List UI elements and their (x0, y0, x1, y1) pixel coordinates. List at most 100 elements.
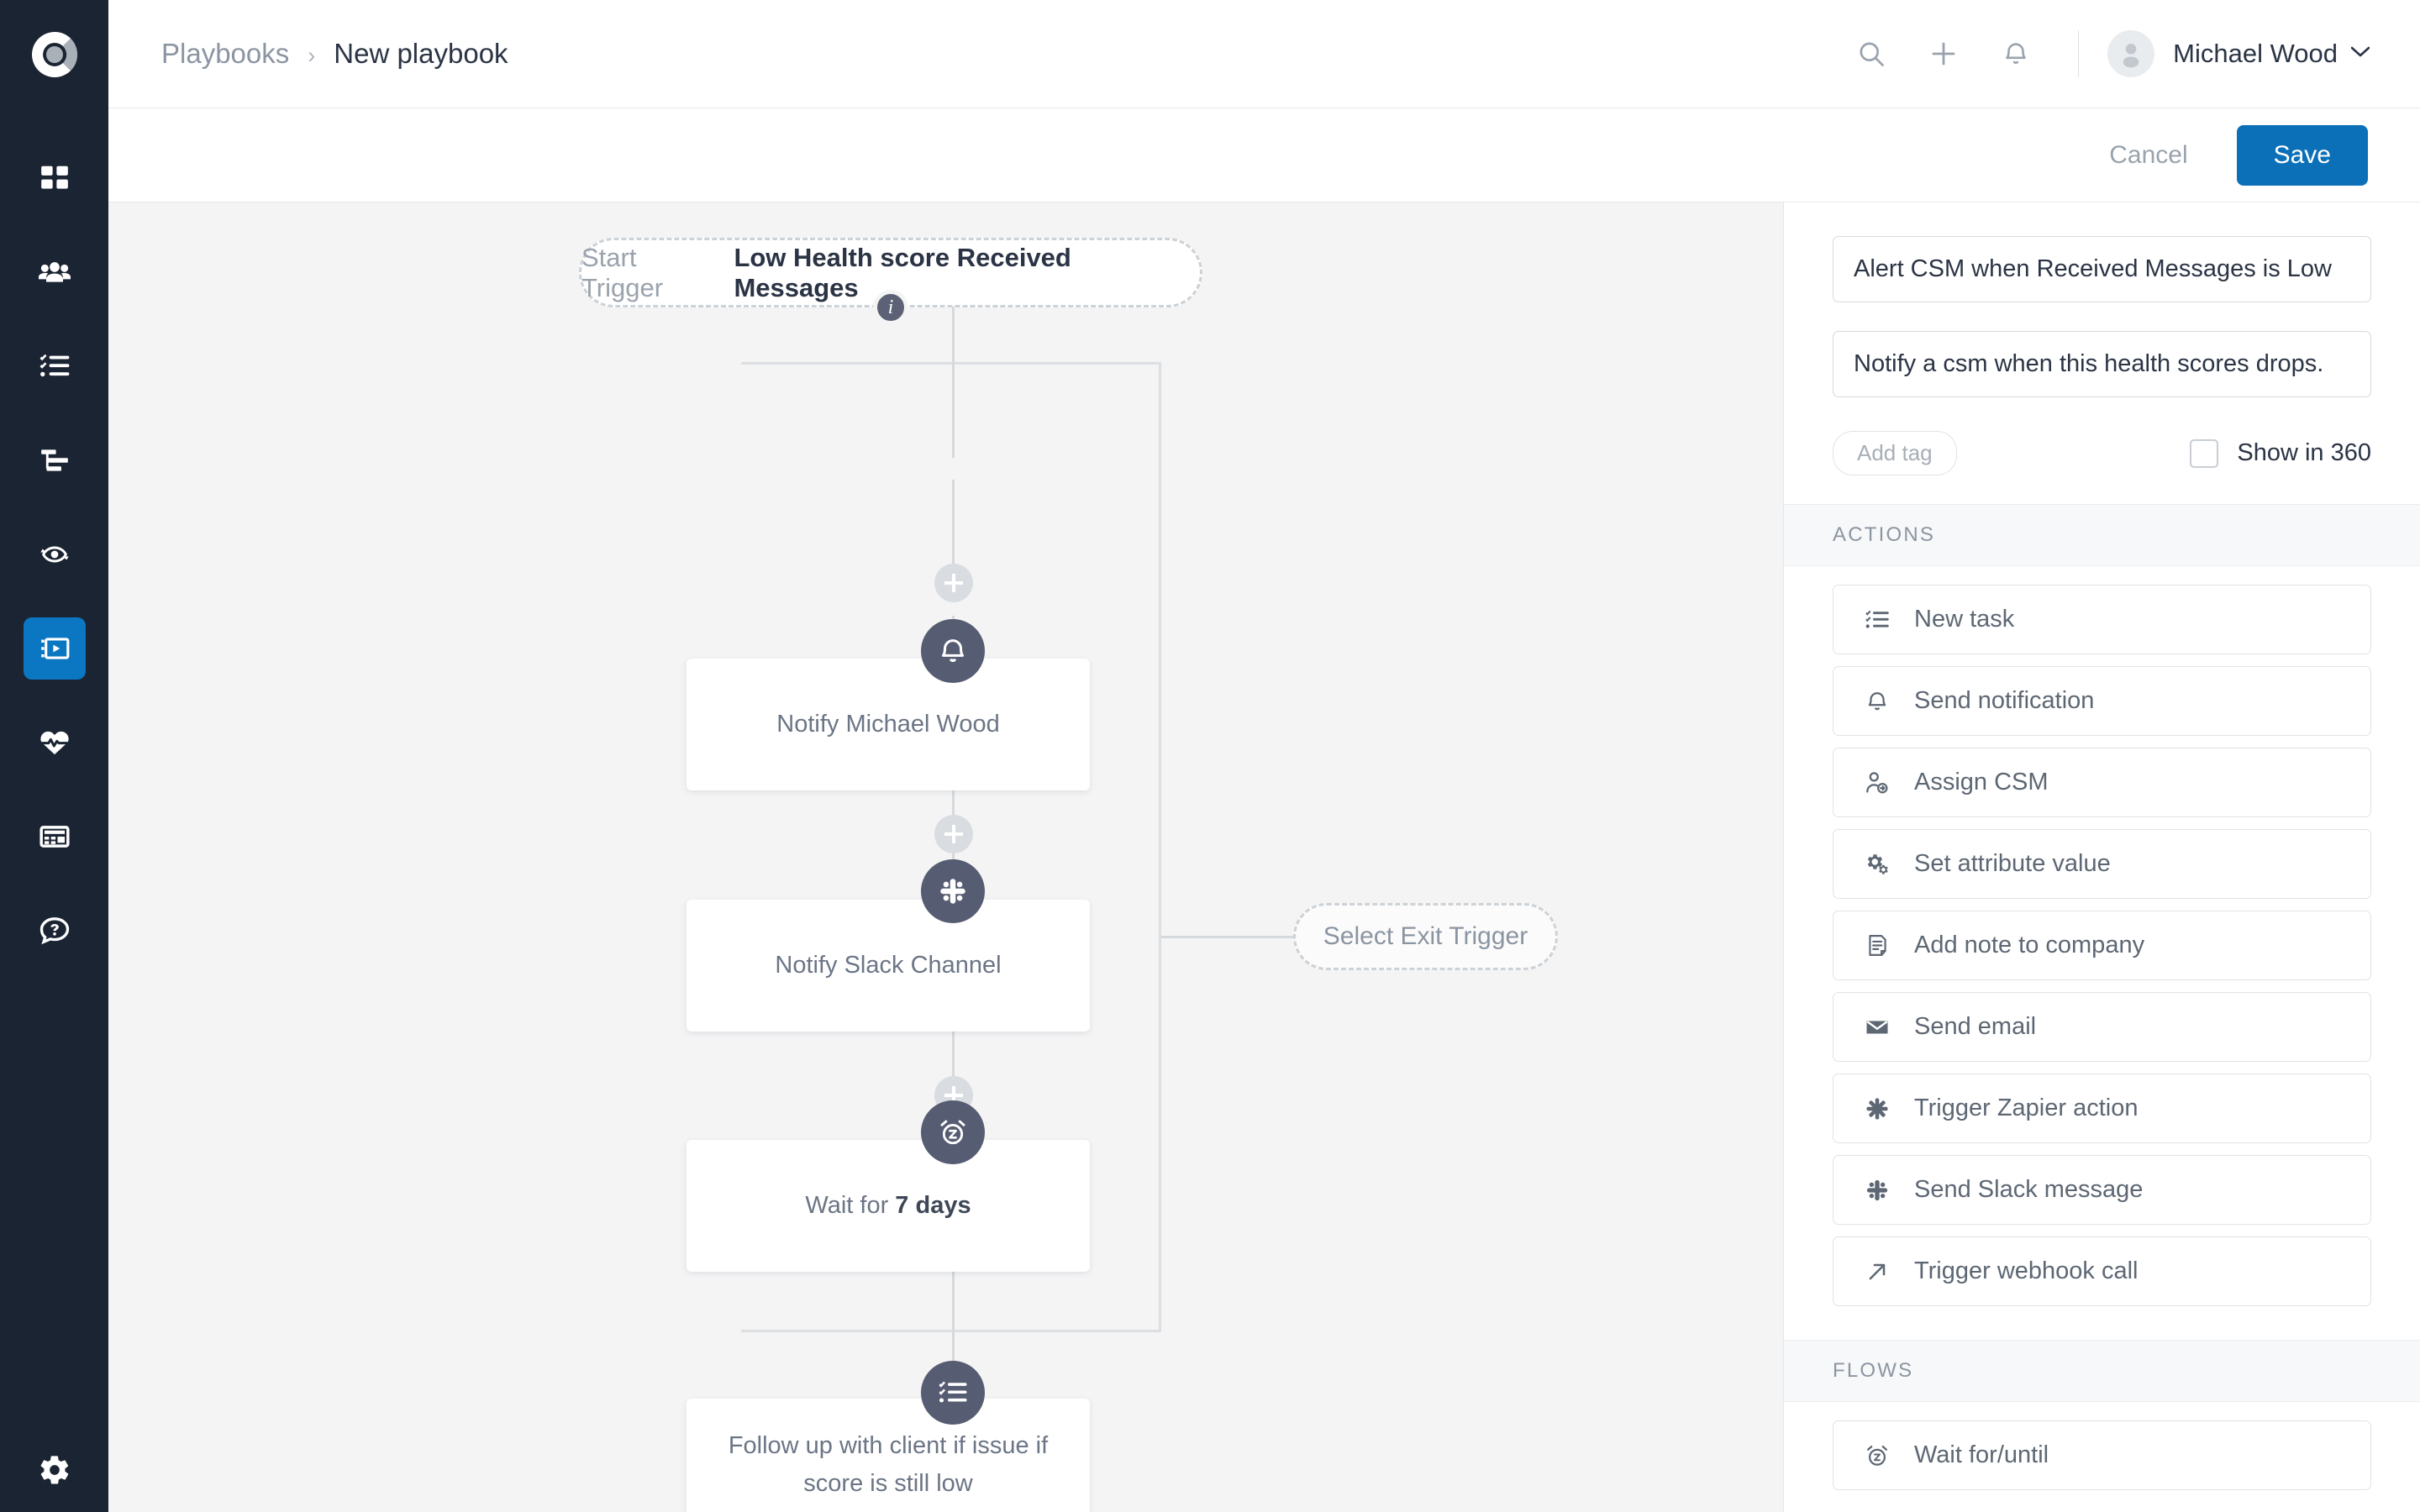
breadcrumb-playbooks[interactable]: Playbooks (161, 38, 289, 70)
action-label: Send email (1914, 1013, 2036, 1041)
action-label: Send notification (1914, 687, 2094, 715)
alarm-snooze-icon (921, 1100, 985, 1164)
flow-node-label: Wait for 7 days (783, 1187, 992, 1225)
flow-node-wait-duration: 7 days (895, 1192, 971, 1219)
question-bubble-icon (38, 914, 71, 948)
user-name[interactable]: Michael Wood (2173, 39, 2338, 69)
exit-trigger-connector (1161, 936, 1293, 938)
flows-list: Wait for/until (1784, 1402, 2420, 1490)
breadcrumb-separator: › (308, 43, 315, 69)
action-label: Send Slack message (1914, 1176, 2143, 1204)
action-trigger-zapier[interactable]: Trigger Zapier action (1833, 1074, 2371, 1143)
sidebar-item-settings[interactable] (0, 1453, 108, 1487)
bell-icon (1859, 689, 1896, 714)
flow-graph: Start Trigger Low Health score Received … (108, 202, 1783, 1512)
flow-node-label: Notify Slack Channel (753, 947, 1023, 984)
gears-icon (1859, 852, 1896, 877)
action-add-note-to-company[interactable]: Add note to company (1833, 911, 2371, 980)
page-title: New playbook (334, 38, 508, 70)
alarm-snooze-icon (1859, 1443, 1896, 1468)
exit-trigger-node[interactable]: Select Exit Trigger (1293, 903, 1558, 970)
action-send-notification[interactable]: Send notification (1833, 666, 2371, 736)
playbook-icon (39, 633, 71, 664)
flow-node-notify-user[interactable]: Notify Michael Wood (687, 659, 1090, 790)
flows-section-heading: FLOWS (1784, 1340, 2420, 1402)
actions-list: New task Send notification (1784, 566, 2420, 1306)
action-send-slack-message[interactable]: Send Slack message (1833, 1155, 2371, 1225)
eye-refresh-icon (38, 538, 71, 571)
sidebar-items (0, 147, 108, 994)
add-step-button[interactable] (934, 564, 973, 602)
exit-trigger-label: Select Exit Trigger (1323, 922, 1528, 951)
start-trigger-label: Start Trigger (581, 243, 723, 303)
people-icon (38, 255, 71, 289)
heartbeat-icon (38, 726, 71, 759)
playbook-title-input[interactable] (1833, 236, 2371, 302)
action-new-task[interactable]: New task (1833, 585, 2371, 654)
playbook-editor-page: Playbooks › New playbook (0, 0, 2420, 1512)
external-arrow-icon (1859, 1259, 1896, 1284)
zapier-asterisk-icon (1859, 1096, 1896, 1121)
action-send-email[interactable]: Send email (1833, 992, 2371, 1062)
flow-node-wait[interactable]: Wait for 7 days (687, 1140, 1090, 1272)
cancel-button[interactable]: Cancel (2109, 141, 2187, 170)
flow-node-label: Notify Michael Wood (755, 706, 1021, 743)
gear-icon (38, 1453, 71, 1487)
divider (2078, 30, 2079, 77)
flow-node-follow-up[interactable]: Follow up with client if issue if score … (687, 1399, 1090, 1512)
sidebar-item-reports[interactable] (24, 806, 86, 868)
flow-wait-for-until[interactable]: Wait for/until (1833, 1420, 2371, 1490)
playbook-description-input[interactable] (1833, 331, 2371, 397)
action-set-attribute-value[interactable]: Set attribute value (1833, 829, 2371, 899)
sidebar-item-segments[interactable] (24, 429, 86, 491)
playbook-meta: Add tag Show in 360 (1784, 202, 2420, 504)
action-label: Trigger webhook call (1914, 1257, 2139, 1285)
bell-icon[interactable] (1991, 29, 2041, 79)
action-label: Assign CSM (1914, 769, 2049, 796)
save-button[interactable]: Save (2237, 125, 2368, 186)
connector-line (952, 480, 955, 564)
show-in-360-toggle[interactable]: Show in 360 (2171, 439, 2371, 468)
person-arrow-icon (1859, 770, 1896, 795)
slack-icon (1859, 1179, 1896, 1202)
top-bar: Playbooks › New playbook (108, 0, 2420, 108)
bell-icon (921, 619, 985, 683)
breadcrumb: Playbooks › New playbook (161, 38, 508, 70)
flow-node-wait-prefix: Wait for (805, 1192, 895, 1219)
search-icon[interactable] (1846, 29, 1897, 79)
checklist-glyph (938, 1378, 968, 1408)
sidebar-item-playbooks[interactable] (24, 617, 86, 680)
action-trigger-webhook-call[interactable]: Trigger webhook call (1833, 1236, 2371, 1306)
action-label: New task (1914, 606, 2014, 633)
start-trigger-value: Low Health score Received Messages (734, 243, 1200, 303)
sidebar-item-help[interactable] (24, 900, 86, 962)
grid-icon (39, 162, 71, 194)
sidebar-item-health[interactable] (24, 711, 86, 774)
playbook-settings-panel: Add tag Show in 360 ACTIONS (1783, 202, 2420, 1512)
flow-node-notify-slack[interactable]: Notify Slack Channel (687, 900, 1090, 1032)
show-in-360-checkbox[interactable] (2190, 439, 2218, 468)
add-step-button[interactable] (934, 815, 973, 853)
editor-action-bar: Cancel Save (108, 108, 2420, 202)
sidebar-item-sync[interactable] (24, 523, 86, 585)
tag-row: Add tag Show in 360 (1833, 431, 2371, 475)
note-icon (1859, 933, 1896, 958)
action-label: Set attribute value (1914, 850, 2111, 878)
add-tag-button[interactable]: Add tag (1833, 431, 1957, 475)
sidebar-item-dashboard[interactable] (24, 147, 86, 209)
action-label: Trigger Zapier action (1914, 1095, 2138, 1122)
playbook-canvas[interactable]: Start Trigger Low Health score Received … (108, 202, 1783, 1512)
action-label: Add note to company (1914, 932, 2144, 959)
checklist-icon (921, 1361, 985, 1425)
action-assign-csm[interactable]: Assign CSM (1833, 748, 2371, 817)
info-icon[interactable]: i (873, 290, 908, 325)
slack-icon (921, 859, 985, 923)
actions-section-heading: ACTIONS (1784, 504, 2420, 566)
flow-node-label: Follow up with client if issue if score … (687, 1427, 1090, 1503)
avatar[interactable] (2107, 30, 2154, 77)
app-logo[interactable] (0, 0, 108, 108)
sidebar-item-tasks[interactable] (24, 335, 86, 397)
chevron-down-icon[interactable] (2351, 46, 2370, 62)
sidebar-item-customers[interactable] (24, 241, 86, 303)
plus-icon[interactable] (1918, 29, 1969, 79)
